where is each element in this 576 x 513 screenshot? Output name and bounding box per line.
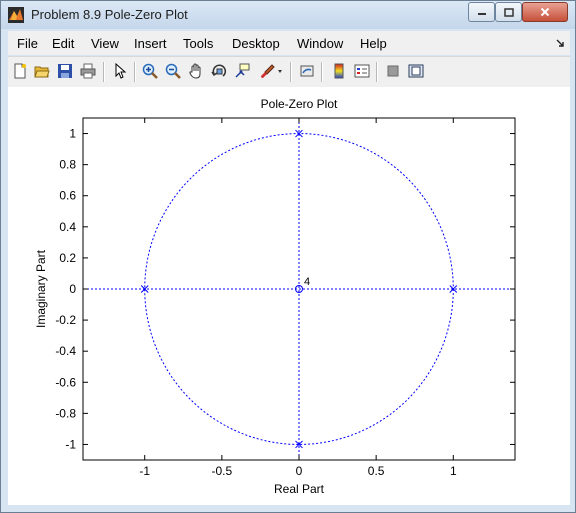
zoom-in-button[interactable] <box>141 62 159 80</box>
rotate-3d-icon <box>211 64 227 77</box>
figure-window: Problem 8.9 Pole-Zero Plot File Edit Vie… <box>0 0 576 513</box>
legend-icon <box>354 64 370 78</box>
menu-view[interactable]: View <box>91 36 119 51</box>
y-axis-label: Imaginary Part <box>34 249 48 328</box>
hide-plot-tools-icon <box>387 65 399 77</box>
y-tick-label: -1 <box>65 437 76 451</box>
y-tick-label: 0.6 <box>59 189 76 203</box>
y-tick-label: -0.8 <box>55 406 76 420</box>
menu-insert[interactable]: Insert <box>134 36 167 51</box>
show-plot-tools-icon <box>408 64 424 78</box>
figure-toolbar <box>8 56 570 88</box>
new-figure-button[interactable] <box>11 62 29 80</box>
zoom-in-icon <box>142 63 158 79</box>
edit-plot-button[interactable] <box>111 62 129 80</box>
minimize-icon <box>477 13 486 15</box>
x-axis-label: Real Part <box>274 482 325 496</box>
close-icon <box>540 7 550 17</box>
x-tick-label: 1 <box>450 464 457 478</box>
menu-window[interactable]: Window <box>297 36 343 51</box>
menu-file[interactable]: File <box>17 36 38 51</box>
toolbar-separator <box>321 62 323 82</box>
data-cursor-icon <box>235 63 250 78</box>
x-tick-label: -0.5 <box>212 464 233 478</box>
menu-tools[interactable]: Tools <box>183 36 213 51</box>
show-plot-tools-button[interactable] <box>407 62 425 80</box>
figure-canvas: -1 -0.5 0 0.5 1 -1 -0.8 -0.6 -0.4 -0.2 0 0.2 0.4 0.6 0… <box>8 87 570 505</box>
window-title: Problem 8.9 Pole-Zero Plot <box>31 7 188 22</box>
y-tick-label: -0.2 <box>55 313 76 327</box>
minimize-button[interactable] <box>468 2 495 22</box>
x-tick-label: 0 <box>296 464 303 478</box>
print-button[interactable] <box>79 62 97 80</box>
data-cursor-button[interactable] <box>233 62 251 80</box>
brush-button[interactable] <box>258 62 284 80</box>
maximize-button[interactable] <box>495 2 522 22</box>
colorbar-button[interactable] <box>330 62 348 80</box>
menu-bar: File Edit View Insert Tools Desktop Wind… <box>8 31 570 55</box>
dock-arrow-icon[interactable] <box>556 39 565 48</box>
toolbar-separator <box>103 62 105 82</box>
chart-title: Pole-Zero Plot <box>261 97 338 111</box>
menu-help[interactable]: Help <box>360 36 387 51</box>
open-file-icon <box>34 66 50 78</box>
new-figure-icon <box>14 63 26 79</box>
toolbar-separator <box>134 62 136 82</box>
y-tick-label: 0.4 <box>59 220 76 234</box>
y-tick-label: 0 <box>69 282 76 296</box>
zoom-out-button[interactable] <box>164 62 182 80</box>
menu-desktop[interactable]: Desktop <box>232 36 280 51</box>
zoom-out-icon <box>165 63 181 79</box>
matlab-figure-icon <box>8 7 24 23</box>
save-icon <box>58 64 72 78</box>
menu-edit[interactable]: Edit <box>52 36 74 51</box>
title-bar[interactable]: Problem 8.9 Pole-Zero Plot <box>1 1 575 29</box>
legend-button[interactable] <box>353 62 371 80</box>
toolbar-separator <box>376 62 378 82</box>
brush-icon <box>261 64 282 78</box>
close-button[interactable] <box>522 2 568 22</box>
toolbar-separator <box>290 62 292 82</box>
edit-plot-arrow-icon <box>115 63 127 79</box>
maximize-icon <box>503 7 514 17</box>
pan-button[interactable] <box>187 62 205 80</box>
hide-plot-tools-button[interactable] <box>384 62 402 80</box>
pan-hand-icon <box>189 63 201 79</box>
y-tick-label: 0.2 <box>59 251 76 265</box>
print-icon <box>80 63 96 79</box>
x-tick-label: -1 <box>139 464 150 478</box>
link-plot-icon <box>300 65 314 77</box>
link-plot-button[interactable] <box>298 62 316 80</box>
y-tick-label: 1 <box>69 127 76 141</box>
multiplicity-label: 4 <box>304 276 310 288</box>
colorbar-icon <box>334 63 344 79</box>
pole-zero-plot[interactable]: -1 -0.5 0 0.5 1 -1 -0.8 -0.6 -0.4 -0.2 0 0.2 0.4 0.6 0… <box>8 87 570 505</box>
y-tick-label: -0.6 <box>55 375 76 389</box>
rotate-3d-button[interactable] <box>210 62 228 80</box>
x-tick-label: 0.5 <box>368 464 385 478</box>
open-file-button[interactable] <box>33 62 51 80</box>
y-tick-label: 0.8 <box>59 158 76 172</box>
save-button[interactable] <box>56 62 74 80</box>
y-tick-label: -0.4 <box>55 344 76 358</box>
